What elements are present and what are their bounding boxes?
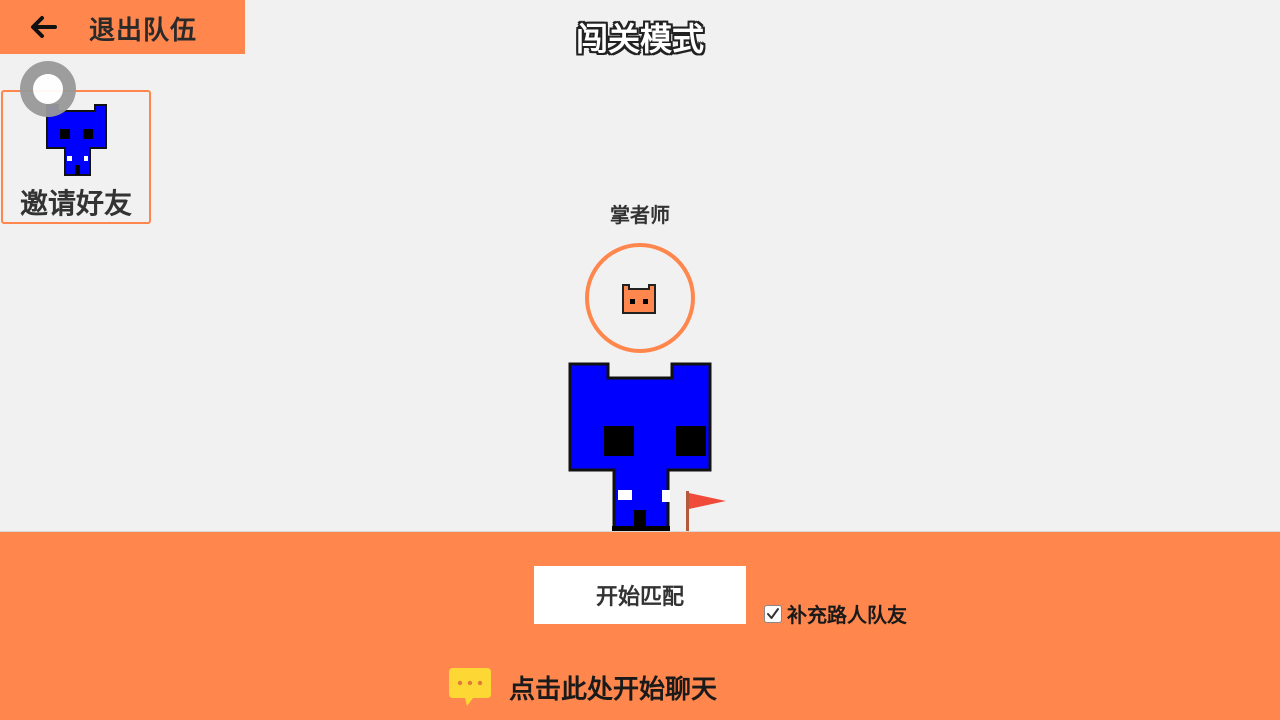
chat-bubble-icon xyxy=(449,668,491,706)
chat-button[interactable]: 点击此处开始聊天 xyxy=(447,664,717,710)
fill-teammates-checkbox[interactable]: 补充路人队友 xyxy=(764,599,907,628)
loading-ring-icon xyxy=(20,61,76,117)
flag-icon xyxy=(686,491,726,533)
cat-avatar-icon xyxy=(622,284,656,314)
page-title: 闯关模式 xyxy=(575,20,704,58)
check-icon xyxy=(767,607,779,619)
start-match-button[interactable]: 开始匹配 xyxy=(534,566,746,624)
checkbox-box[interactable] xyxy=(764,604,782,623)
player-name: 掌者师 xyxy=(610,203,670,227)
bottom-panel: 开始匹配 补充路人队友 点击此处开始聊天 xyxy=(0,531,1280,720)
fill-teammates-label: 补充路人队友 xyxy=(787,603,907,627)
player-avatar[interactable] xyxy=(585,243,695,353)
chat-label: 点击此处开始聊天 xyxy=(509,674,718,705)
